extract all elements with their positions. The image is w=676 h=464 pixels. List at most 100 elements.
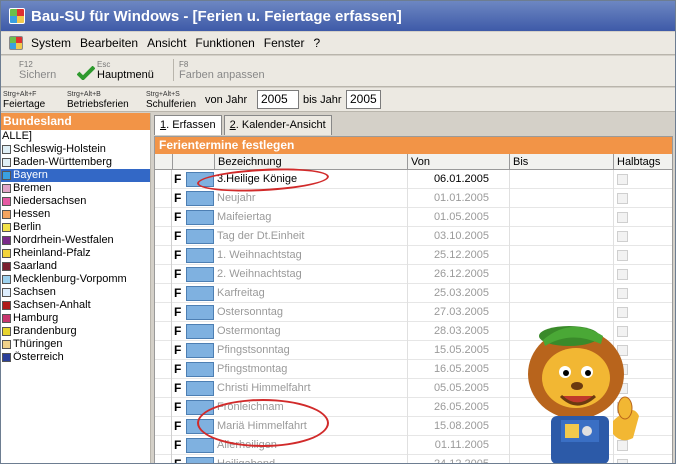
row-bezeichnung[interactable]: Pfingstmontag: [217, 360, 287, 379]
row-selector[interactable]: [155, 189, 172, 208]
hauptmenu-button[interactable]: Esc Hauptmenü: [97, 59, 154, 81]
row-bezeichnung[interactable]: Karfreitag: [217, 284, 265, 303]
table-row[interactable]: F Karfreitag 25.03.2005: [155, 284, 672, 303]
row-bezeichnung[interactable]: 2. Weihnachtstag: [217, 265, 302, 284]
bundesland-item[interactable]: Schleswig-Holstein: [1, 143, 150, 156]
col-bezeichnung[interactable]: Bezeichnung: [214, 154, 407, 170]
table-row[interactable]: F 1. Weihnachtstag 25.12.2005: [155, 246, 672, 265]
row-selector[interactable]: [155, 455, 172, 463]
bundesland-item[interactable]: Bayern: [1, 169, 150, 182]
menu-fenster[interactable]: Fenster: [264, 36, 305, 50]
bundesland-item[interactable]: Bremen: [1, 182, 150, 195]
table-row[interactable]: F 2. Weihnachtstag 26.12.2005: [155, 265, 672, 284]
row-color-cell[interactable]: [186, 267, 214, 282]
row-selector[interactable]: [155, 379, 172, 398]
table-row[interactable]: F Tag der Dt.Einheit 03.10.2005: [155, 227, 672, 246]
row-color-cell[interactable]: [186, 305, 214, 320]
bundesland-label: Baden-Württemberg: [13, 156, 113, 168]
row-selector[interactable]: [155, 208, 172, 227]
row-selector[interactable]: [155, 398, 172, 417]
row-color-cell[interactable]: [186, 381, 214, 396]
halbtags-checkbox[interactable]: [617, 288, 628, 299]
row-selector[interactable]: [155, 417, 172, 436]
bundesland-label: Sachsen-Anhalt: [13, 299, 91, 311]
bis-jahr-input[interactable]: 2005: [346, 90, 381, 109]
feiertage-button[interactable]: Strg+Alt+F Feiertage: [3, 90, 45, 110]
row-selector[interactable]: [155, 341, 172, 360]
row-color-cell[interactable]: [186, 438, 214, 453]
halbtags-checkbox[interactable]: [617, 212, 628, 223]
bundesland-item[interactable]: Sachsen: [1, 286, 150, 299]
row-color-cell[interactable]: [186, 362, 214, 377]
bundesland-item[interactable]: Thüringen: [1, 338, 150, 351]
row-selector[interactable]: [155, 246, 172, 265]
row-selector[interactable]: [155, 227, 172, 246]
table-row[interactable]: F Neujahr 01.01.2005: [155, 189, 672, 208]
row-selector[interactable]: [155, 436, 172, 455]
tab-kalender-ansicht[interactable]: 2. Kalender-Ansicht: [223, 115, 332, 135]
bundesland-item[interactable]: Österreich: [1, 351, 150, 364]
row-color-cell[interactable]: [186, 324, 214, 339]
row-bezeichnung[interactable]: Maifeiertag: [217, 208, 271, 227]
menu-funktionen[interactable]: Funktionen: [195, 36, 254, 50]
col-von[interactable]: Von: [407, 154, 509, 170]
betriebsferien-button[interactable]: Strg+Alt+B Betriebsferien: [67, 90, 129, 110]
row-bezeichnung[interactable]: Ostermontag: [217, 322, 281, 341]
row-bezeichnung[interactable]: Neujahr: [217, 189, 256, 208]
bundesland-item[interactable]: Mecklenburg-Vorpomm: [1, 273, 150, 286]
row-selector[interactable]: [155, 170, 172, 189]
row-color-cell[interactable]: [186, 286, 214, 301]
row-color-cell[interactable]: [186, 457, 214, 463]
von-jahr-input[interactable]: 2005: [257, 90, 299, 109]
halbtags-checkbox[interactable]: [617, 269, 628, 280]
col-halbtags[interactable]: Halbtags: [613, 154, 672, 170]
schulferien-button[interactable]: Strg+Alt+S Schulferien: [146, 90, 196, 110]
bundesland-item[interactable]: Hessen: [1, 208, 150, 221]
farben-button[interactable]: F8 Farben anpassen: [173, 59, 265, 81]
menu-system[interactable]: System: [31, 36, 71, 50]
col-bis[interactable]: Bis: [509, 154, 613, 170]
row-selector[interactable]: [155, 322, 172, 341]
row-bezeichnung[interactable]: Ostersonntag: [217, 303, 283, 322]
row-selector[interactable]: [155, 303, 172, 322]
color-swatch: [2, 158, 11, 167]
row-flag: F: [174, 457, 182, 464]
row-bezeichnung[interactable]: Heiligabend: [217, 455, 275, 463]
halbtags-checkbox[interactable]: [617, 250, 628, 261]
row-color-cell[interactable]: [186, 229, 214, 244]
row-color-cell[interactable]: [186, 191, 214, 206]
row-flag: F: [174, 248, 182, 262]
halbtags-checkbox[interactable]: [617, 231, 628, 242]
row-bezeichnung[interactable]: Tag der Dt.Einheit: [217, 227, 304, 246]
row-bezeichnung[interactable]: Christi Himmelfahrt: [217, 379, 311, 398]
row-color-cell[interactable]: [186, 248, 214, 263]
row-selector[interactable]: [155, 265, 172, 284]
row-color-cell[interactable]: [186, 210, 214, 225]
row-color-cell[interactable]: [186, 343, 214, 358]
row-selector[interactable]: [155, 360, 172, 379]
save-button[interactable]: F12 Sichern: [19, 59, 56, 81]
menu-help[interactable]: ?: [313, 36, 320, 50]
halbtags-checkbox[interactable]: [617, 193, 628, 204]
bundesland-item[interactable]: Niedersachsen: [1, 195, 150, 208]
bundesland-item[interactable]: ALLE]: [1, 130, 150, 143]
table-row[interactable]: F Maifeiertag 01.05.2005: [155, 208, 672, 227]
menu-bearbeiten[interactable]: Bearbeiten: [80, 36, 138, 50]
row-selector[interactable]: [155, 284, 172, 303]
bundesland-item[interactable]: Berlin: [1, 221, 150, 234]
tab-erfassen[interactable]: 1. Erfassen: [154, 115, 222, 135]
grid-line: [613, 265, 614, 284]
bundesland-item[interactable]: Baden-Württemberg: [1, 156, 150, 169]
row-bezeichnung[interactable]: 1. Weihnachtstag: [217, 246, 302, 265]
bundesland-item[interactable]: Rheinland-Pfalz: [1, 247, 150, 260]
schulferien-label: Schulferien: [146, 99, 197, 110]
bundesland-item[interactable]: Saarland: [1, 260, 150, 273]
row-bezeichnung[interactable]: Pfingstsonntag: [217, 341, 290, 360]
bundesland-item[interactable]: Brandenburg: [1, 325, 150, 338]
halbtags-checkbox[interactable]: [617, 174, 628, 185]
title-bar[interactable]: Bau-SU für Windows - [Ferien u. Feiertag…: [1, 1, 675, 31]
bundesland-item[interactable]: Hamburg: [1, 312, 150, 325]
bundesland-item[interactable]: Nordrhein-Westfalen: [1, 234, 150, 247]
menu-ansicht[interactable]: Ansicht: [147, 36, 186, 50]
bundesland-item[interactable]: Sachsen-Anhalt: [1, 299, 150, 312]
